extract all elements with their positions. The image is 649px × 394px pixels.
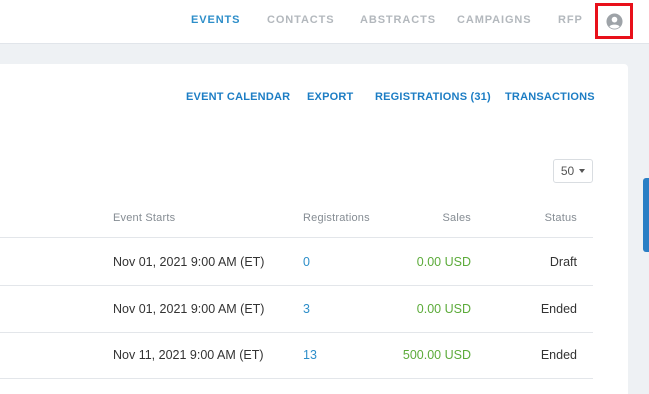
export-link[interactable]: EXPORT xyxy=(307,91,353,103)
event-starts-cell: Nov 11, 2021 9:00 AM (ET) xyxy=(113,348,264,362)
sales-cell: 500.00 USD xyxy=(402,348,471,362)
event-starts-cell: Nov 01, 2021 9:00 AM (ET) xyxy=(113,255,265,269)
registrations-link-cell[interactable]: 3 xyxy=(303,302,310,316)
nav-rfp[interactable]: RFP xyxy=(558,14,583,26)
event-starts-cell: Nov 01, 2021 9:00 AM (ET) xyxy=(113,302,265,316)
header-status[interactable]: Status xyxy=(545,212,577,224)
registrations-link[interactable]: REGISTRATIONS (31) xyxy=(375,91,491,103)
row-divider xyxy=(0,378,593,379)
transactions-link[interactable]: TRANSACTIONS xyxy=(505,91,595,103)
caret-down-icon xyxy=(579,169,586,173)
header-sales[interactable]: Sales xyxy=(442,212,471,224)
registrations-link-cell[interactable]: 0 xyxy=(303,255,310,269)
event-calendar-link[interactable]: EVENT CALENDAR xyxy=(186,91,290,103)
user-avatar-icon xyxy=(605,12,623,30)
header-event-starts[interactable]: Event Starts xyxy=(113,212,175,224)
row-divider xyxy=(0,285,593,286)
page-size-select[interactable]: 50 xyxy=(553,159,593,183)
nav-campaigns[interactable]: CAMPAIGNS xyxy=(457,14,532,26)
nav-contacts[interactable]: CONTACTS xyxy=(267,14,335,26)
registrations-link-cell[interactable]: 13 xyxy=(303,348,317,362)
sales-cell: 0.00 USD xyxy=(416,302,471,316)
account-menu-button[interactable] xyxy=(595,3,633,39)
status-cell: Ended xyxy=(540,348,577,362)
status-cell: Draft xyxy=(549,255,577,269)
nav-events[interactable]: EVENTS xyxy=(191,14,240,26)
page-size-value: 50 xyxy=(560,164,575,178)
row-divider xyxy=(0,332,593,333)
events-panel: EVENT CALENDAR EXPORT REGISTRATIONS (31)… xyxy=(0,64,628,394)
top-navigation: EVENTS CONTACTS ABSTRACTS CAMPAIGNS RFP xyxy=(0,0,649,44)
side-feedback-tab[interactable] xyxy=(643,178,649,252)
sales-cell: 0.00 USD xyxy=(416,255,471,269)
nav-abstracts[interactable]: ABSTRACTS xyxy=(360,14,436,26)
status-cell: Ended xyxy=(540,302,577,316)
header-divider xyxy=(0,237,593,238)
header-registrations[interactable]: Registrations xyxy=(303,212,370,224)
